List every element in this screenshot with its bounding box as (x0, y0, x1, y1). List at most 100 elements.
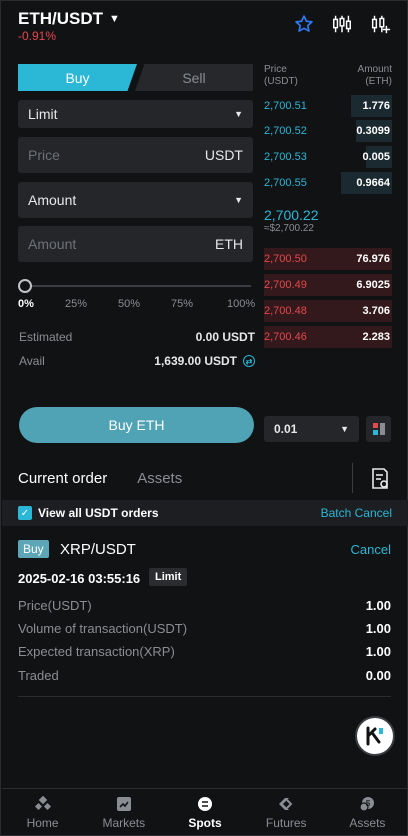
order-type-select[interactable]: Limit ▼ (18, 100, 253, 128)
bid-price: 2,700.48 (264, 305, 307, 317)
star-icon[interactable] (293, 13, 315, 35)
tab-buy[interactable]: Buy (18, 64, 137, 91)
ask-row[interactable]: 2,700.55 0.9664 (264, 172, 392, 194)
order-history-icon[interactable] (369, 467, 391, 491)
amount-unit: ETH (215, 236, 243, 252)
nav-assets[interactable]: $ Assets (327, 789, 408, 836)
amount-header: Amount (357, 64, 392, 75)
tick-label[interactable]: 100% (227, 298, 255, 310)
divider (18, 696, 391, 697)
ask-price: 2,700.55 (264, 177, 307, 189)
caret-down-icon: ▼ (234, 195, 243, 205)
orders-tabs: Current order Assets (18, 470, 182, 487)
detail-value: 1.00 (365, 644, 391, 659)
tick-label[interactable]: 25% (65, 298, 87, 310)
tab-current-order[interactable]: Current order (18, 470, 107, 487)
side-tabs: Buy Sell (18, 64, 253, 91)
amount-mode-value: Amount (28, 192, 77, 208)
avail-label: Avail (19, 354, 45, 368)
price-input[interactable]: Price USDT (18, 137, 253, 173)
ask-amount: 1.776 (362, 100, 390, 112)
ask-row[interactable]: 2,700.53 0.005 (264, 146, 392, 168)
home-icon (34, 795, 52, 812)
price-change: -0.91% (18, 29, 57, 43)
bid-price: 2,700.49 (264, 279, 307, 291)
nav-home[interactable]: Home (2, 789, 83, 836)
caret-down-icon: ▼ (234, 109, 243, 119)
indicator-chart-icon[interactable] (369, 13, 391, 35)
transfer-icon[interactable]: ⇄ (243, 355, 255, 367)
ask-amount: 0.3099 (356, 125, 390, 137)
avail-row: Avail 1,639.00 USDT ⇄ (19, 354, 255, 368)
buy-button[interactable]: Buy ETH (19, 407, 254, 443)
order-datetime: 2025-02-16 03:55:16 (18, 571, 141, 586)
amount-slider[interactable] (18, 279, 253, 293)
detail-label: Traded (18, 668, 59, 683)
nav-futures[interactable]: Futures (246, 789, 327, 836)
svg-text:$: $ (366, 799, 371, 808)
depth-select[interactable]: 0.01 ▼ (264, 416, 359, 442)
ask-row[interactable]: 2,700.52 0.3099 (264, 120, 392, 142)
pair-name: ETH/USDT (18, 9, 103, 28)
price-header: Price (264, 64, 287, 75)
order-cancel-button[interactable]: Cancel (351, 542, 391, 557)
amount-placeholder: Amount (28, 236, 77, 252)
futures-icon (277, 796, 295, 812)
header-actions (293, 13, 391, 35)
batch-cancel-button[interactable]: Batch Cancel (321, 506, 392, 520)
app-logo-icon (366, 726, 383, 746)
nav-markets[interactable]: Markets (83, 789, 164, 836)
bid-amount: 3.706 (362, 305, 390, 317)
view-all-label[interactable]: View all USDT orders (38, 506, 159, 520)
ask-price: 2,700.51 (264, 100, 307, 112)
nav-spots[interactable]: Spots (164, 789, 245, 836)
assets-icon: $ (358, 796, 376, 812)
price-unit: USDT (204, 147, 243, 163)
bid-amount: 2.283 (362, 331, 390, 343)
view-all-checkbox[interactable]: ✓ (18, 506, 32, 520)
detail-label: Volume of transaction(USDT) (18, 621, 188, 636)
bid-amount: 6.9025 (356, 279, 390, 291)
estimated-value: 0.00 USDT (195, 330, 255, 344)
tab-assets[interactable]: Assets (137, 470, 182, 487)
bid-row[interactable]: 2,700.46 2.283 (264, 326, 392, 348)
bid-row[interactable]: 2,700.49 6.9025 (264, 274, 392, 296)
pair-selector[interactable]: ETH/USDT ▼ (18, 9, 120, 29)
slider-knob[interactable] (18, 279, 32, 293)
orderbook-layout-icon[interactable] (366, 416, 391, 442)
tick-label[interactable]: 50% (118, 298, 140, 310)
order-detail-row: Volume of transaction(USDT) 1.00 (18, 621, 391, 636)
ask-row[interactable]: 2,700.51 1.776 (264, 95, 392, 117)
order-type-badge: Limit (149, 568, 188, 586)
bid-price: 2,700.50 (264, 253, 307, 265)
order-type-value: Limit (28, 106, 58, 122)
support-chat-button[interactable] (355, 716, 395, 756)
caret-down-icon: ▼ (340, 424, 349, 434)
bid-price: 2,700.46 (264, 331, 307, 343)
tab-sell[interactable]: Sell (135, 64, 253, 91)
detail-label: Price(USDT) (18, 598, 92, 613)
detail-label: Expected transaction(XRP) (18, 644, 175, 659)
order-detail-row: Traded 0.00 (18, 668, 391, 683)
nav-label: Futures (265, 815, 307, 830)
depth-value: 0.01 (274, 422, 298, 436)
nav-label: Assets (349, 815, 386, 830)
tick-label[interactable]: 0% (18, 298, 34, 310)
amount-mode-select[interactable]: Amount ▼ (18, 182, 253, 218)
caret-down-icon: ▼ (109, 13, 120, 25)
ask-price: 2,700.53 (264, 151, 307, 163)
ask-amount: 0.005 (362, 151, 390, 163)
avail-value: 1,639.00 USDT (154, 354, 237, 368)
nav-label: Home (26, 815, 59, 830)
tick-label[interactable]: 75% (171, 298, 193, 310)
detail-value: 1.00 (365, 598, 391, 613)
nav-label: Markets (102, 815, 146, 830)
bid-row[interactable]: 2,700.48 3.706 (264, 300, 392, 322)
candlestick-chart-icon[interactable] (331, 13, 353, 35)
bid-row[interactable]: 2,700.50 76.976 (264, 248, 392, 270)
amount-input[interactable]: Amount ETH (18, 226, 253, 262)
header: ETH/USDT ▼ -0.91% (1, 1, 408, 51)
orders-filter-bar: ✓ View all USDT orders Batch Cancel (2, 500, 408, 526)
mid-price: 2,700.22 ≈$2,700.22 (264, 207, 319, 234)
order-side-badge: Buy (18, 540, 49, 558)
